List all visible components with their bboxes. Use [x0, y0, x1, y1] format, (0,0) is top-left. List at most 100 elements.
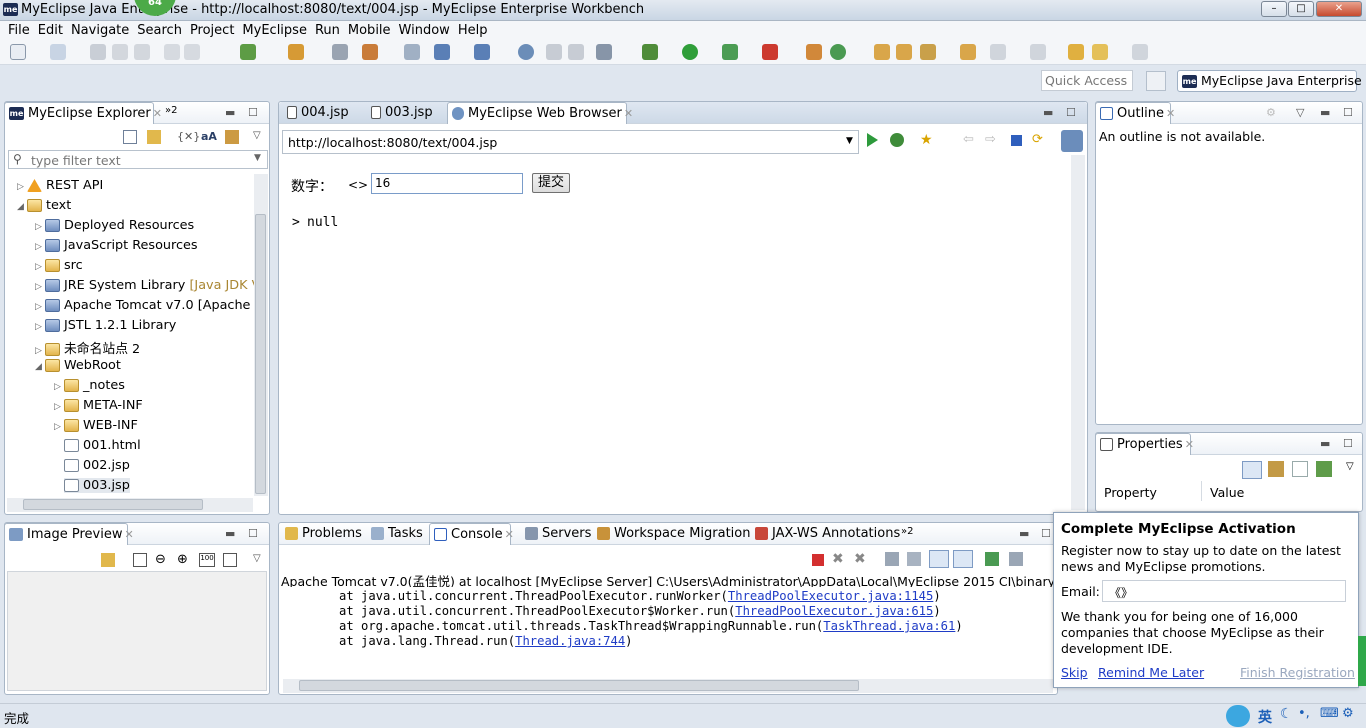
settings-icon[interactable]: [1061, 130, 1083, 152]
tree-item-tomcat[interactable]: ▷ Apache Tomcat v7.0 [Apache Tc: [35, 298, 267, 313]
tree-item-jre[interactable]: ▷ JRE System Library [Java JDK VI: [35, 278, 264, 293]
pen-icon[interactable]: [920, 44, 936, 60]
tab-004-jsp[interactable]: 004.jsp: [283, 102, 353, 124]
tab-overflow[interactable]: »2: [897, 523, 918, 545]
browser-vscrollbar[interactable]: [1071, 155, 1085, 510]
finish-registration-link[interactable]: Finish Registration: [1240, 665, 1355, 680]
menu-myeclipse[interactable]: MyEclipse: [242, 21, 307, 41]
close-icon[interactable]: ✕: [624, 107, 633, 120]
maximize-view-icon[interactable]: ☐: [248, 106, 258, 119]
tab-servers[interactable]: Servers: [521, 523, 595, 545]
maximize-view-icon[interactable]: ☐: [1041, 527, 1051, 540]
package-icon[interactable]: [806, 44, 822, 60]
camera-icon[interactable]: [596, 44, 612, 60]
back-icon[interactable]: [1092, 44, 1108, 60]
restore-default-icon[interactable]: [1292, 461, 1308, 477]
fit-window-icon[interactable]: [223, 553, 237, 567]
refresh-icon[interactable]: ⟳: [1032, 132, 1043, 147]
tree-item-text[interactable]: ◢ text: [17, 198, 71, 213]
actual-size-icon[interactable]: 100: [199, 553, 215, 567]
skip-link[interactable]: Skip: [1061, 665, 1088, 680]
maximize-button[interactable]: □: [1288, 1, 1314, 17]
tree-item-001-html[interactable]: 001.html: [64, 438, 141, 453]
zoom-in-icon[interactable]: ⊕: [177, 552, 188, 567]
tab-image-preview[interactable]: Image Preview ✕: [4, 523, 134, 545]
menu-project[interactable]: Project: [190, 21, 234, 41]
maximize-view-icon[interactable]: ☐: [1066, 106, 1076, 119]
grid-icon[interactable]: [332, 44, 348, 60]
filter-advanced-icon[interactable]: [1268, 461, 1284, 477]
pin-console-icon[interactable]: [985, 552, 999, 566]
fit-icon[interactable]: [133, 553, 147, 567]
tools-icon[interactable]: [225, 130, 239, 144]
console-hscrollbar[interactable]: [283, 679, 1053, 693]
punctuation-icon[interactable]: •,: [1298, 706, 1310, 721]
filter-icon[interactable]: {✕}: [177, 130, 200, 143]
close-icon[interactable]: ✕: [1185, 438, 1194, 451]
tab-workspace-migration[interactable]: Workspace Migration: [593, 523, 754, 545]
font-size-icon[interactable]: aA: [201, 130, 217, 143]
ime-language[interactable]: 英: [1258, 707, 1272, 727]
filter-field[interactable]: ⚲ type filter text ▼: [8, 150, 268, 169]
debug-config-icon[interactable]: [288, 44, 304, 60]
prev-annotation-icon[interactable]: [1030, 44, 1046, 60]
tab-overflow[interactable]: »2: [161, 102, 182, 124]
menu-edit[interactable]: Edit: [38, 21, 63, 41]
scroll-lock-icon[interactable]: [907, 552, 921, 566]
link-editor-icon[interactable]: [147, 130, 161, 144]
keyboard-icon[interactable]: ⌨: [1320, 706, 1339, 721]
new-project-icon[interactable]: [50, 44, 66, 60]
view-menu-icon[interactable]: ▽: [253, 130, 261, 141]
collapse-all-icon[interactable]: [123, 130, 137, 144]
url-dropdown-icon[interactable]: ▼: [846, 136, 853, 146]
tree-item-deployed-resources[interactable]: ▷ Deployed Resources: [35, 218, 194, 233]
forward-icon[interactable]: [1132, 44, 1148, 60]
tree-item-rest-api[interactable]: ▷ REST API: [17, 178, 103, 193]
db-icon[interactable]: [546, 44, 562, 60]
tree-item-src[interactable]: ▷ src: [35, 258, 83, 273]
external-tools-icon[interactable]: [762, 44, 778, 60]
redo-icon[interactable]: [184, 44, 200, 60]
stop-icon[interactable]: [1011, 135, 1022, 146]
last-edit-icon[interactable]: [1068, 44, 1084, 60]
maximize-view-icon[interactable]: ☐: [1343, 106, 1353, 119]
explorer-vscrollbar[interactable]: [254, 174, 268, 496]
perspective-button[interactable]: me MyEclipse Java Enterprise: [1177, 70, 1362, 92]
categories-icon[interactable]: [1242, 461, 1262, 479]
open-type-icon[interactable]: [874, 44, 890, 60]
server-icon[interactable]: [404, 44, 420, 60]
new-icon[interactable]: [10, 44, 26, 60]
sync-icon[interactable]: [101, 553, 115, 567]
tree-item-webroot[interactable]: ◢ WebRoot: [35, 358, 121, 373]
number-input[interactable]: 16: [371, 173, 523, 194]
tab-outline[interactable]: Outline ✕: [1095, 102, 1175, 124]
explorer-hscrollbar[interactable]: [7, 498, 253, 512]
moon-icon[interactable]: ☾: [1280, 706, 1293, 722]
close-icon[interactable]: ✕: [505, 528, 514, 541]
minimize-view-icon[interactable]: ▬: [1019, 527, 1029, 540]
clear-console-icon[interactable]: [885, 552, 899, 566]
pin-icon[interactable]: [1316, 461, 1332, 477]
sort-icon[interactable]: ⚙: [1266, 106, 1276, 119]
view-menu-icon[interactable]: ▽: [1346, 461, 1354, 472]
minimize-button[interactable]: –: [1261, 1, 1287, 17]
bug-icon[interactable]: [642, 44, 658, 60]
tree-item-002-jsp[interactable]: 002.jsp: [64, 458, 130, 473]
tree-item-site[interactable]: ▷ 未命名站点 2: [35, 338, 140, 357]
tree-item-meta-inf[interactable]: ▷ META-INF: [54, 398, 143, 413]
undo-icon[interactable]: [164, 44, 180, 60]
tab-console[interactable]: Console ✕: [429, 523, 514, 545]
next-annotation-icon[interactable]: [990, 44, 1006, 60]
tools-icon[interactable]: [362, 44, 378, 60]
maximize-view-icon[interactable]: ☐: [248, 527, 258, 540]
submit-button[interactable]: 提交: [532, 173, 570, 193]
close-icon[interactable]: ✕: [124, 528, 133, 541]
tab-jaxws[interactable]: JAX-WS Annotations: [751, 523, 904, 545]
remind-later-link[interactable]: Remind Me Later: [1098, 665, 1204, 680]
coverage-icon[interactable]: [722, 44, 738, 60]
globe-icon[interactable]: [518, 44, 534, 60]
back-icon[interactable]: ⇦: [963, 132, 974, 147]
tree-item-web-inf[interactable]: ▷ WEB-INF: [54, 418, 138, 433]
tree-item-notes[interactable]: ▷ _notes: [54, 378, 125, 393]
tab-tasks[interactable]: Tasks: [367, 523, 427, 545]
